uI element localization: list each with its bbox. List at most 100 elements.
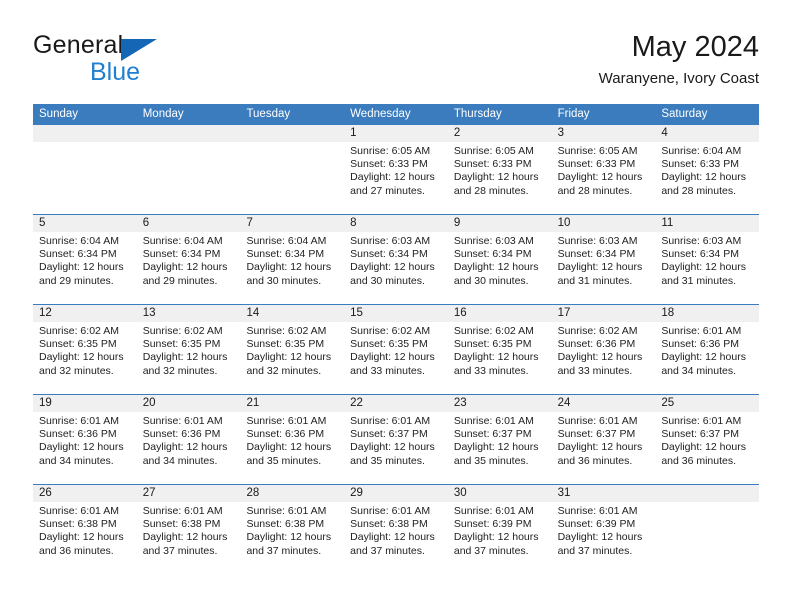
day-cell[interactable]: Sunrise: 6:04 AM Sunset: 6:33 PM Daylight:… — [655, 142, 759, 214]
day-cell[interactable]: Sunrise: 6:03 AM Sunset: 6:34 PM Daylight:… — [448, 232, 552, 304]
day-number[interactable]: 17 — [552, 305, 656, 322]
day-number[interactable]: 5 — [33, 215, 137, 232]
day-number[interactable]: 4 — [655, 125, 759, 142]
day-detail-line: and 36 minutes. — [39, 544, 114, 557]
day-detail-line: and 33 minutes. — [557, 364, 633, 377]
day-cell[interactable]: Sunrise: 6:01 AM Sunset: 6:36 PM Daylight:… — [33, 412, 137, 484]
day-number[interactable]: 14 — [240, 305, 344, 322]
day-detail-line: Sunset: 6:34 PM — [557, 248, 636, 261]
day-number[interactable]: 18 — [655, 305, 759, 322]
weekday-header-friday: Friday — [557, 108, 590, 120]
day-detail-line: Daylight: 12 hours — [39, 441, 124, 454]
day-cell[interactable]: Sunrise: 6:01 AM Sunset: 6:38 PM Daylight:… — [344, 502, 448, 574]
day-cell[interactable]: Sunrise: 6:01 AM Sunset: 6:36 PM Daylight:… — [137, 412, 241, 484]
day-cell-empty — [137, 142, 241, 214]
day-cell[interactable]: Sunrise: 6:01 AM Sunset: 6:38 PM Daylight:… — [137, 502, 241, 574]
day-detail-line: and 37 minutes. — [142, 544, 218, 557]
day-number[interactable]: 16 — [448, 305, 552, 322]
general-blue-logo[interactable]: General Blue — [33, 30, 253, 92]
day-cell[interactable]: Sunrise: 6:01 AM Sunset: 6:37 PM Daylight:… — [448, 412, 552, 484]
day-cell[interactable]: Sunrise: 6:01 AM Sunset: 6:36 PM Daylight:… — [240, 412, 344, 484]
day-detail-line: Daylight: 12 hours — [557, 351, 643, 364]
day-detail-line: Sunrise: 6:04 AM — [142, 235, 223, 247]
day-number[interactable]: 23 — [448, 395, 552, 412]
day-cell[interactable]: Sunrise: 6:01 AM Sunset: 6:37 PM Daylight:… — [344, 412, 448, 484]
day-number[interactable]: 3 — [552, 125, 656, 142]
calendar-page: General Blue May 2024 Waranyene, Ivory C… — [0, 0, 792, 612]
day-number[interactable]: 25 — [655, 395, 759, 412]
weekday-header-sunday: Sunday — [39, 108, 79, 120]
day-detail-line: Daylight: 12 hours — [661, 351, 746, 364]
day-cell[interactable]: Sunrise: 6:04 AM Sunset: 6:34 PM Daylight:… — [137, 232, 241, 304]
day-detail-line: and 34 minutes. — [39, 454, 114, 467]
day-cell-empty — [240, 142, 344, 214]
day-cell[interactable]: Sunrise: 6:02 AM Sunset: 6:35 PM Daylight:… — [448, 322, 552, 394]
day-detail-line: Sunrise: 6:02 AM — [142, 325, 223, 337]
day-detail-line: and 35 minutes. — [246, 454, 322, 467]
day-cell[interactable]: Sunrise: 6:03 AM Sunset: 6:34 PM Daylight:… — [655, 232, 759, 304]
day-cell[interactable]: Sunrise: 6:01 AM Sunset: 6:39 PM Daylight:… — [552, 502, 656, 574]
day-detail-line: Daylight: 12 hours — [661, 261, 746, 274]
day-number[interactable]: 13 — [137, 305, 241, 322]
day-cell[interactable]: Sunrise: 6:01 AM Sunset: 6:38 PM Daylight:… — [240, 502, 344, 574]
day-detail-line: Sunset: 6:38 PM — [142, 518, 221, 531]
day-number[interactable]: 10 — [552, 215, 656, 232]
day-detail-line: Daylight: 12 hours — [350, 261, 435, 274]
day-detail-line: Sunrise: 6:04 AM — [661, 145, 742, 157]
day-cell[interactable]: Sunrise: 6:05 AM Sunset: 6:33 PM Daylight:… — [448, 142, 552, 214]
day-cell[interactable]: Sunrise: 6:01 AM Sunset: 6:36 PM Daylight:… — [655, 322, 759, 394]
weekday-header-saturday: Saturday — [661, 108, 708, 120]
day-cell[interactable]: Sunrise: 6:02 AM Sunset: 6:35 PM Daylight:… — [137, 322, 241, 394]
day-number[interactable]: 27 — [137, 485, 241, 502]
day-cell[interactable]: Sunrise: 6:04 AM Sunset: 6:34 PM Daylight:… — [33, 232, 137, 304]
day-detail-line: Sunset: 6:34 PM — [350, 248, 428, 261]
day-number[interactable]: 2 — [448, 125, 552, 142]
calendar-weeks: 1 2 3 4 Sunrise: 6:05 AM Sunset: 6:33 PM Dayli… — [33, 125, 759, 574]
day-cell[interactable]: Sunrise: 6:03 AM Sunset: 6:34 PM Daylight:… — [344, 232, 448, 304]
day-detail-line: Sunset: 6:38 PM — [350, 518, 428, 531]
day-number[interactable]: 6 — [137, 215, 241, 232]
day-number[interactable]: 20 — [137, 395, 241, 412]
day-number[interactable]: 26 — [33, 485, 137, 502]
day-number[interactable]: 22 — [344, 395, 448, 412]
day-cell[interactable]: Sunrise: 6:02 AM Sunset: 6:35 PM Daylight:… — [33, 322, 137, 394]
day-number[interactable]: 1 — [344, 125, 448, 142]
day-cell[interactable]: Sunrise: 6:04 AM Sunset: 6:34 PM Daylight:… — [240, 232, 344, 304]
day-cell[interactable]: Sunrise: 6:02 AM Sunset: 6:36 PM Daylight:… — [552, 322, 656, 394]
day-number[interactable]: 12 — [33, 305, 137, 322]
day-number[interactable]: 21 — [240, 395, 344, 412]
day-detail-line: Sunrise: 6:05 AM — [453, 145, 534, 157]
day-detail-line: Sunrise: 6:01 AM — [39, 505, 119, 517]
day-detail-line: Sunset: 6:37 PM — [557, 428, 636, 441]
page-subtitle: Waranyene, Ivory Coast — [598, 70, 759, 87]
day-number[interactable]: 29 — [344, 485, 448, 502]
day-cell[interactable]: Sunrise: 6:01 AM Sunset: 6:38 PM Daylight:… — [33, 502, 137, 574]
day-cell[interactable]: Sunrise: 6:01 AM Sunset: 6:37 PM Daylight:… — [655, 412, 759, 484]
day-detail-line: Sunset: 6:33 PM — [557, 158, 636, 171]
day-number[interactable]: 28 — [240, 485, 344, 502]
day-detail-line: Sunset: 6:37 PM — [453, 428, 532, 441]
day-number[interactable]: 8 — [344, 215, 448, 232]
day-number[interactable]: 9 — [448, 215, 552, 232]
day-detail-line: Sunset: 6:37 PM — [350, 428, 428, 441]
day-cell[interactable]: Sunrise: 6:01 AM Sunset: 6:37 PM Daylight:… — [552, 412, 656, 484]
day-number[interactable]: 19 — [33, 395, 137, 412]
day-cell[interactable]: Sunrise: 6:02 AM Sunset: 6:35 PM Daylight:… — [344, 322, 448, 394]
day-cell[interactable]: Sunrise: 6:05 AM Sunset: 6:33 PM Daylight:… — [552, 142, 656, 214]
day-number[interactable]: 11 — [655, 215, 759, 232]
day-detail-line: Sunrise: 6:03 AM — [350, 235, 431, 247]
day-cell[interactable]: Sunrise: 6:03 AM Sunset: 6:34 PM Daylight:… — [552, 232, 656, 304]
day-detail-line: and 28 minutes. — [557, 184, 633, 197]
day-number[interactable]: 31 — [552, 485, 656, 502]
week-body-row: Sunrise: 6:01 AM Sunset: 6:36 PM Daylight:… — [33, 412, 759, 484]
day-number[interactable]: 24 — [552, 395, 656, 412]
day-number[interactable]: 15 — [344, 305, 448, 322]
day-cell[interactable]: Sunrise: 6:05 AM Sunset: 6:33 PM Daylight:… — [344, 142, 448, 214]
day-detail-line: Daylight: 12 hours — [557, 261, 643, 274]
day-number[interactable]: 30 — [448, 485, 552, 502]
day-number[interactable]: 7 — [240, 215, 344, 232]
day-cell[interactable]: Sunrise: 6:02 AM Sunset: 6:35 PM Daylight:… — [240, 322, 344, 394]
day-detail-line: and 30 minutes. — [246, 274, 322, 287]
day-cell[interactable]: Sunrise: 6:01 AM Sunset: 6:39 PM Daylight:… — [448, 502, 552, 574]
day-detail-line: and 35 minutes. — [350, 454, 425, 467]
